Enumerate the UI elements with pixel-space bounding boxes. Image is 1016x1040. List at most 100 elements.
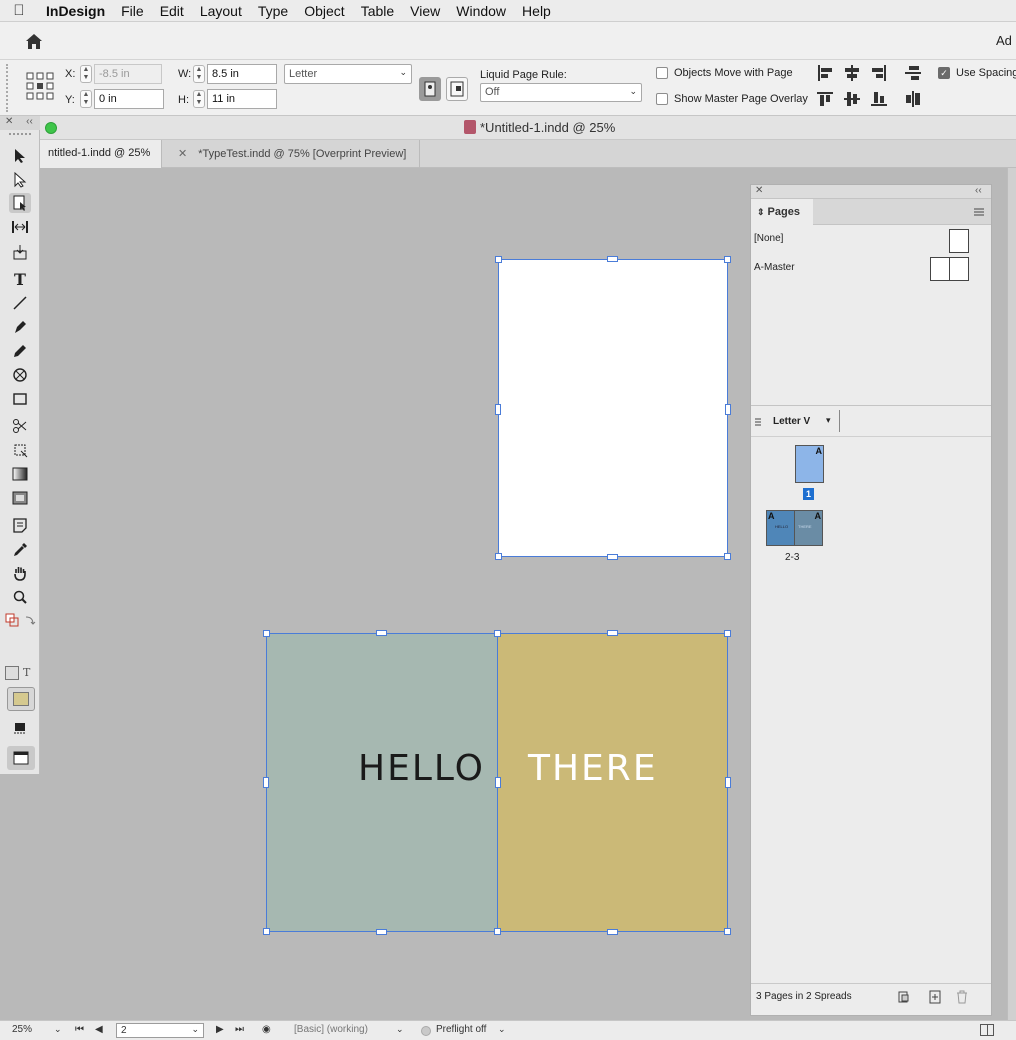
chevron-down-icon[interactable]: ▾ [826,415,831,426]
next-page-icon[interactable]: ▶ [216,1024,224,1035]
distribute-spacing-icon[interactable] [903,63,923,83]
default-fill-stroke-icon[interactable] [5,613,19,627]
vertical-scrollbar[interactable] [1007,168,1016,1020]
master-a-right-thumbnail[interactable] [949,257,969,281]
menu-object[interactable]: Object [296,3,352,19]
there-text-frame[interactable]: THERE [528,748,658,789]
tab-pages[interactable]: ⇕ Pages [751,199,813,225]
resize-handle[interactable] [495,404,501,415]
y-stepper[interactable]: ▲ ▼ [80,90,92,108]
resize-handle[interactable] [607,256,618,262]
preflight-status[interactable]: Preflight off [436,1024,486,1035]
align-top-icon[interactable] [815,89,835,109]
fill-swatch-button[interactable] [7,687,35,711]
master-a-left-thumbnail[interactable] [930,257,950,281]
menu-edit[interactable]: Edit [152,3,192,19]
spread-2-3-label[interactable]: 2-3 [785,552,799,563]
resize-handle[interactable] [724,256,731,263]
x-stepper[interactable]: ▲ ▼ [80,65,92,83]
hello-text-frame[interactable]: HELLO [358,748,485,789]
master-page[interactable] [498,259,728,557]
resize-handle[interactable] [376,929,387,935]
menu-file[interactable]: File [113,3,152,19]
resize-handle[interactable] [494,928,501,935]
chevron-down-icon[interactable]: ⌄ [396,1024,404,1035]
tab-untitled-1[interactable]: ntitled-1.indd @ 25% [40,140,162,168]
pen-tool-icon[interactable] [9,317,31,337]
type-tool-icon[interactable]: T [9,269,31,289]
zoom-tool-icon[interactable] [9,587,31,607]
free-transform-tool-icon[interactable] [9,440,31,460]
page-size-label[interactable]: Letter V [773,416,810,427]
split-window-icon[interactable] [980,1024,994,1036]
close-icon[interactable]: ✕ [5,116,13,127]
resize-handle[interactable] [725,777,731,788]
gradient-feather-tool-icon[interactable] [9,488,31,508]
formatting-text-icon[interactable]: T [23,666,30,679]
pencil-tool-icon[interactable] [9,341,31,361]
swap-fill-stroke-icon[interactable] [23,613,37,627]
zoom-level[interactable]: 25% [12,1024,32,1035]
note-tool-icon[interactable] [9,515,31,535]
rectangle-tool-icon[interactable] [9,389,31,409]
new-page-icon[interactable] [928,990,942,1004]
align-left-icon[interactable] [815,63,835,83]
resize-handle[interactable] [263,928,270,935]
menu-table[interactable]: Table [353,3,402,19]
align-horizontal-center-icon[interactable] [842,63,862,83]
page-orientation-portrait-button[interactable] [419,77,441,101]
resize-handle[interactable] [724,630,731,637]
menu-app[interactable]: InDesign [38,3,113,19]
menu-view[interactable]: View [402,3,448,19]
scissors-tool-icon[interactable] [9,416,31,436]
resize-handle[interactable] [724,928,731,935]
ellipse-frame-tool-icon[interactable] [9,365,31,385]
menu-layout[interactable]: Layout [192,3,250,19]
resize-handle[interactable] [376,630,387,636]
gradient-swatch-tool-icon[interactable] [9,464,31,484]
master-none-label[interactable]: [None] [754,233,783,244]
collapse-icon[interactable]: ‹‹ [26,116,33,127]
page-3-thumbnail[interactable]: A THERE [794,510,823,546]
page-number-field[interactable]: 2 ⌄ [116,1023,204,1038]
first-page-icon[interactable]: ⏮ [75,1024,84,1035]
page-1-number[interactable]: 1 [803,488,814,500]
show-master-items-button[interactable] [446,77,468,101]
x-field[interactable]: -8.5 in [94,64,162,84]
panel-menu-icon[interactable] [973,206,985,216]
distribute-vertical-icon[interactable] [903,89,923,109]
resize-handle[interactable] [495,256,502,263]
w-stepper[interactable]: ▲ ▼ [193,65,205,83]
master-none-thumbnail[interactable] [949,229,969,253]
resize-handle[interactable] [725,404,731,415]
page-tool-icon[interactable] [9,193,31,213]
trash-icon[interactable] [955,990,969,1004]
menu-window[interactable]: Window [448,3,514,19]
page-1-thumbnail[interactable]: A [795,445,824,483]
panel-grip[interactable] [6,64,10,112]
use-spacing-checkbox[interactable]: ✓ [938,67,950,79]
resize-handle[interactable] [495,553,502,560]
tools-grip[interactable] [9,133,31,137]
window-zoom-button[interactable] [45,122,57,134]
reference-point-icon[interactable] [26,72,54,100]
direct-selection-tool-icon[interactable] [9,170,31,190]
content-collector-icon[interactable] [9,242,31,262]
home-icon[interactable] [22,30,46,52]
screen-mode-button[interactable] [7,746,35,770]
open-document-page-icon[interactable]: ◉ [262,1024,271,1035]
close-icon[interactable]: ✕ [755,185,763,196]
page-2-thumbnail[interactable]: A HELLO [766,510,795,546]
tab-typetest[interactable]: ✕ *TypeTest.indd @ 75% [Overprint Previe… [170,140,420,168]
resize-handle[interactable] [607,929,618,935]
resize-handle[interactable] [263,777,269,788]
formatting-container-icon[interactable] [5,666,19,680]
edit-page-size-icon[interactable] [896,990,912,1004]
h-field[interactable]: 11 in [207,89,277,109]
line-tool-icon[interactable] [9,293,31,313]
chevron-down-icon[interactable]: ⌄ [54,1024,62,1035]
eyedropper-tool-icon[interactable] [9,540,31,560]
selection-tool-icon[interactable] [9,146,31,166]
resize-handle[interactable] [495,777,501,788]
preflight-profile[interactable]: [Basic] (working) [294,1024,368,1035]
